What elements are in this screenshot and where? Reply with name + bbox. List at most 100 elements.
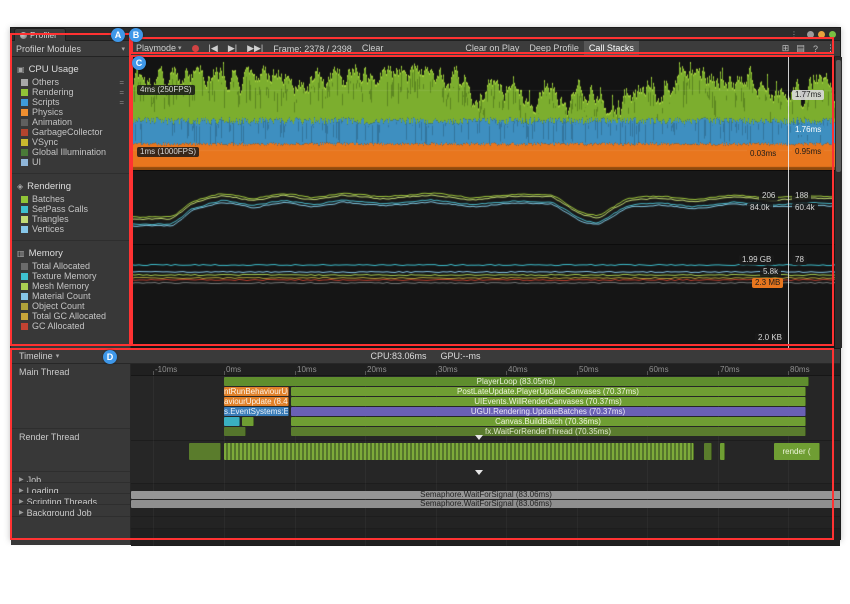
legend-item-gc-allocated[interactable]: GC Allocated — [11, 321, 130, 331]
thread-label: Scripting Threads — [27, 497, 97, 505]
legend-item-rendering[interactable]: Rendering= — [11, 87, 130, 97]
timeline-bar-s-eventsystems-ex[interactable]: s.EventSystems:Ex — [224, 407, 289, 416]
timeline-bar[interactable] — [720, 443, 725, 460]
collapsed-arrow-icon[interactable]: ▶ — [19, 475, 24, 483]
charts-scrollbar[interactable] — [835, 57, 842, 348]
collapsed-arrow-icon[interactable]: ▶ — [19, 497, 24, 505]
thread-row-scripting-threads[interactable]: ▶Scripting Threads — [11, 494, 130, 505]
timeline-bar[interactable] — [224, 443, 694, 460]
legend-swatch — [21, 159, 28, 166]
drag-handle-icon[interactable]: = — [119, 88, 124, 97]
module-title: Memory — [29, 248, 63, 259]
scrollbar-thumb[interactable] — [836, 60, 841, 172]
collapsed-arrow-icon[interactable]: ▶ — [19, 486, 24, 494]
window-menu-icon[interactable]: ⋮ — [790, 30, 798, 39]
legend-item-mesh-memory[interactable]: Mesh Memory — [11, 281, 130, 291]
help-icon[interactable]: ? — [809, 44, 822, 54]
legend-item-global-illumination[interactable]: Global Illumination — [11, 147, 130, 157]
timeline-bar[interactable] — [704, 443, 712, 460]
maximize-button[interactable] — [818, 31, 825, 38]
timeline-bar-postlateupdate-playerupdatecanvases-70-37ms[interactable]: PostLateUpdate.PlayerUpdateCanvases (70.… — [291, 387, 806, 396]
tab-label: Profiler — [30, 30, 57, 40]
ruler-tick — [647, 371, 648, 375]
thread-row-loading[interactable]: ▶Loading — [11, 483, 130, 494]
legend-item-scripts[interactable]: Scripts= — [11, 97, 130, 107]
legend-item-total-allocated[interactable]: Total Allocated — [11, 261, 130, 271]
module-section-memory: ▥MemoryTotal AllocatedTexture MemoryMesh… — [11, 246, 130, 337]
legend-swatch — [21, 323, 28, 330]
legend-item-batches[interactable]: Batches — [11, 194, 130, 204]
next-frame-button[interactable]: ▶| — [223, 41, 242, 56]
legend-item-total-gc-allocated[interactable]: Total GC Allocated — [11, 311, 130, 321]
window-control-dots — [803, 25, 836, 43]
clear-button[interactable]: Clear — [357, 41, 389, 56]
module-header-rendering[interactable]: ◈Rendering — [11, 179, 130, 194]
timeline-bar-semaphore-waitforsignal-83-06ms[interactable]: Semaphore.WaitForSignal (83.06ms) — [131, 500, 840, 508]
legend-swatch — [21, 283, 28, 290]
thread-row-job[interactable]: ▶Job — [11, 472, 130, 483]
legend-item-garbagecollector[interactable]: GarbageCollector — [11, 127, 130, 137]
drag-handle-icon[interactable]: = — [119, 78, 124, 87]
call-stacks-toggle[interactable]: Call Stacks — [584, 41, 639, 56]
timeline-bar-playerloop-83-05ms[interactable]: PlayerLoop (83.05ms) — [224, 377, 809, 386]
legend-label: Triangles — [32, 214, 124, 224]
legend-item-object-count[interactable]: Object Count — [11, 301, 130, 311]
rendering-chart[interactable] — [131, 171, 835, 245]
thread-label: Background Job — [27, 508, 92, 517]
ruler-tick-label: 60ms — [649, 365, 669, 374]
expand-marker-icon[interactable] — [475, 470, 483, 475]
timeline-bar-uievents-willrendercanvases-70-37ms[interactable]: UIEvents.WillRenderCanvases (70.37ms) — [291, 397, 806, 406]
timeline-bar-ugui-rendering-updatebatches-70-37ms[interactable]: UGUI.Rendering.UpdateBatches (70.37ms) — [291, 407, 806, 416]
thread-label: Render Thread — [19, 432, 79, 442]
save-profile-icon[interactable]: ▤ — [794, 43, 807, 54]
timeline-bar-aviourupdate-8-44[interactable]: aviourUpdate (8.44 — [224, 397, 289, 406]
expand-marker-icon[interactable] — [475, 435, 483, 440]
legend-item-texture-memory[interactable]: Texture Memory — [11, 271, 130, 281]
ruler-tick-label: 0ms — [226, 365, 241, 374]
minimize-button[interactable] — [807, 31, 814, 38]
collapsed-arrow-icon[interactable]: ▶ — [19, 508, 24, 517]
cpu-usage-chart[interactable] — [131, 57, 835, 171]
deep-profile-toggle[interactable]: Deep Profile — [524, 41, 584, 56]
module-header-memory[interactable]: ▥Memory — [11, 246, 130, 261]
timeline-bar[interactable] — [189, 443, 221, 460]
timeline-track-area[interactable]: PlayerLoop (83.05ms)ntRunBehaviourUpdPos… — [131, 376, 840, 546]
legend-item-animation[interactable]: Animation — [11, 117, 130, 127]
profiler-modules-dropdown[interactable]: Profiler Modules ▾ — [11, 41, 131, 56]
drag-handle-icon[interactable]: = — [119, 98, 124, 107]
legend-item-ui[interactable]: UI — [11, 157, 130, 167]
timeline-bar-render[interactable]: render ( — [774, 443, 820, 460]
legend-item-others[interactable]: Others= — [11, 77, 130, 87]
close-button[interactable] — [829, 31, 836, 38]
legend-item-physics[interactable]: Physics — [11, 107, 130, 117]
playmode-dropdown[interactable]: Playmode ▾ — [131, 41, 187, 56]
legend-item-material-count[interactable]: Material Count — [11, 291, 130, 301]
load-profile-icon[interactable]: ⊞ — [779, 43, 792, 54]
timeline-bar[interactable] — [242, 417, 254, 426]
clear-on-play-toggle[interactable]: Clear on Play — [460, 41, 524, 56]
timeline-bar[interactable] — [224, 417, 240, 426]
memory-chart[interactable] — [131, 245, 835, 348]
ruler-tick — [295, 371, 296, 375]
thread-row-main-thread[interactable]: Main Thread — [11, 364, 130, 429]
timeline-bar-canvas-buildbatch-70-36ms[interactable]: Canvas.BuildBatch (70.36ms) — [291, 417, 806, 426]
module-header-cpu-usage[interactable]: ▣CPU Usage — [11, 62, 130, 77]
thread-row-render-thread[interactable]: Render Thread — [11, 429, 130, 472]
timeline-bar-semaphore-waitforsignal-83-06ms[interactable]: Semaphore.WaitForSignal (83.06ms) — [131, 491, 840, 499]
timeline-bar[interactable] — [224, 427, 246, 436]
legend-item-vsync[interactable]: VSync — [11, 137, 130, 147]
context-menu-icon[interactable]: ⋮ — [824, 43, 837, 54]
module-title: Rendering — [27, 181, 71, 192]
legend-item-triangles[interactable]: Triangles — [11, 214, 130, 224]
timeline-bar-fx-waitforrenderthread-70-35ms[interactable]: fx.WaitForRenderThread (70.35ms) — [291, 427, 806, 436]
module-section-cpu-usage: ▣CPU UsageOthers=Rendering=Scripts=Physi… — [11, 62, 130, 174]
record-button[interactable] — [187, 41, 204, 56]
current-frame-button[interactable]: ▶▶| — [242, 41, 268, 56]
timeline-tracks: -10ms0ms10ms20ms30ms40ms50ms60ms70ms80ms… — [131, 364, 840, 545]
timeline-bar-ntrunbehaviourupd[interactable]: ntRunBehaviourUpd — [224, 387, 289, 396]
legend-item-setpass-calls[interactable]: SetPass Calls — [11, 204, 130, 214]
tab-profiler[interactable]: Profiler — [14, 28, 66, 41]
legend-item-vertices[interactable]: Vertices — [11, 224, 130, 234]
thread-row-background-job[interactable]: ▶Background Job — [11, 505, 130, 517]
prev-frame-button[interactable]: |◀ — [204, 41, 223, 56]
